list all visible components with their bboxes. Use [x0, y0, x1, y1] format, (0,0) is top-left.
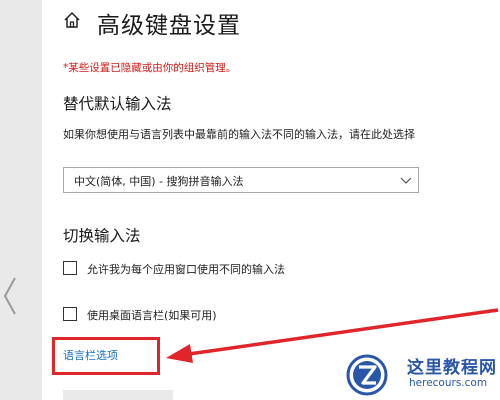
checkbox-label: 允许我为每个应用窗口使用不同的输入法 [87, 263, 285, 276]
section-title-override-input: 替代默认输入法 [63, 95, 172, 113]
override-input-description: 如果你想使用与语言列表中最靠前的输入法不同的输入法，请在此处选择 [63, 128, 415, 141]
watermark-name: 这里教程网 [407, 358, 497, 378]
home-icon[interactable] [62, 10, 82, 30]
page-title: 高级键盘设置 [97, 13, 241, 39]
default-input-method-select[interactable]: 中文(简体, 中国) - 搜狗拼音输入法 [63, 167, 419, 193]
chevron-down-icon [400, 177, 412, 184]
managed-notice: *某些设置已隐藏或由你的组织管理。 [63, 62, 237, 74]
annotation-highlight-box [52, 337, 160, 375]
desktop-language-bar-checkbox[interactable] [63, 307, 77, 321]
watermark-url: herecours.com [409, 377, 488, 389]
window-side-strip [0, 0, 42, 400]
section-title-switch-input: 切换输入法 [63, 227, 141, 245]
watermark: 这里教程网 herecours.com [341, 347, 500, 400]
select-value: 中文(简体, 中国) - 搜狗拼音输入法 [74, 175, 244, 188]
watermark-logo-icon [346, 354, 388, 396]
per-app-input-checkbox[interactable] [63, 261, 77, 275]
cut-off-heading [63, 390, 173, 400]
chevron-left-icon [3, 277, 16, 315]
